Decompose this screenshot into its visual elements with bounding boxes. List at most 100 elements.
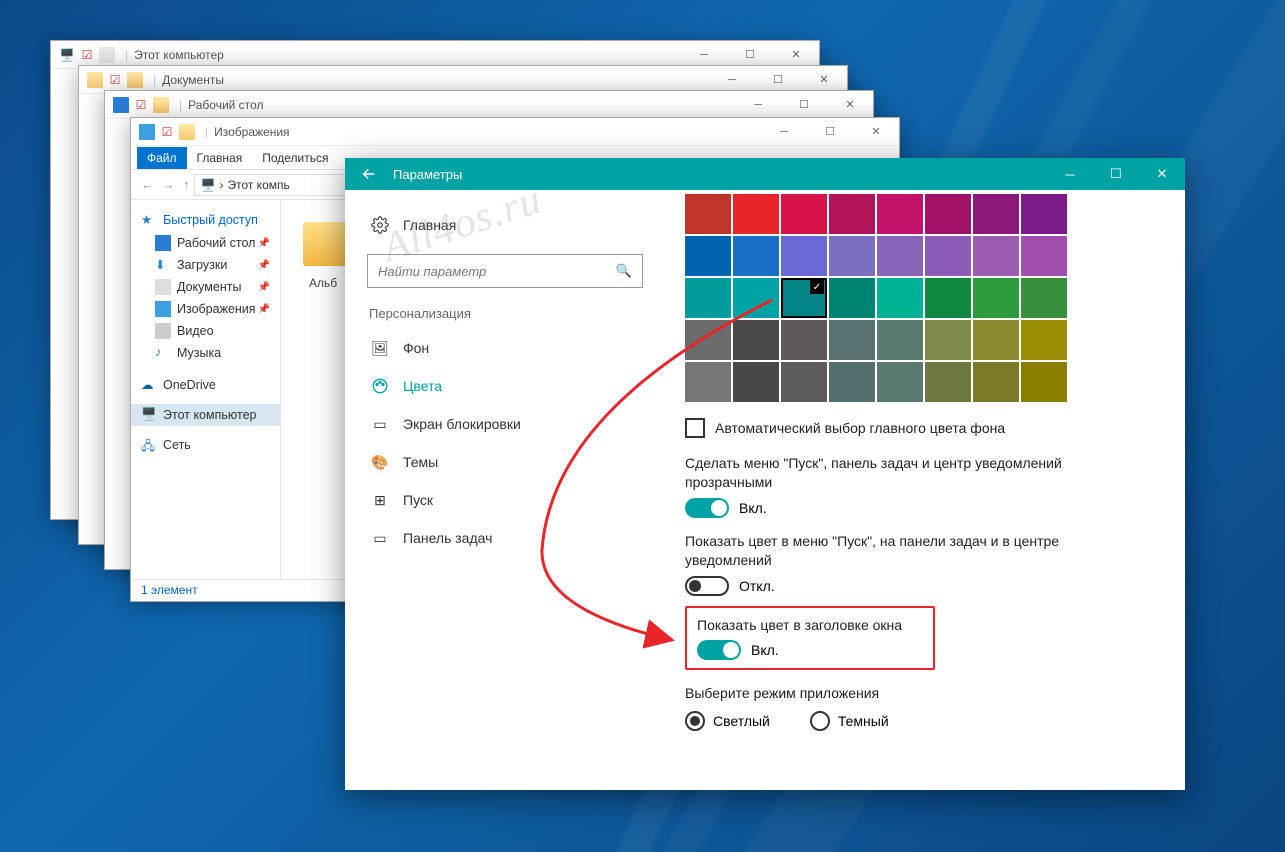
minimize-button[interactable]: ─ — [761, 118, 807, 146]
window-title: Рабочий стол — [188, 98, 263, 112]
nav-lockscreen[interactable]: ▭Экран блокировки — [363, 405, 647, 443]
sidebar-item-music[interactable]: ♪Музыка — [131, 342, 280, 364]
color-swatch[interactable] — [877, 278, 923, 318]
color-swatch[interactable] — [1021, 362, 1067, 402]
color-swatch[interactable] — [925, 362, 971, 402]
radio-dark[interactable]: Темный — [810, 711, 889, 731]
toggle-off-icon — [685, 576, 729, 596]
pc-icon: 🖥️ — [59, 47, 75, 63]
sidebar-item-pictures[interactable]: Изображения📌 — [131, 298, 280, 320]
color-swatch[interactable] — [733, 194, 779, 234]
maximize-button[interactable]: ☐ — [807, 118, 853, 146]
color-swatch[interactable] — [781, 278, 827, 318]
sidebar: ★Быстрый доступ Рабочий стол📌 ⬇Загрузки📌… — [131, 200, 281, 601]
toggle-titlebar-color[interactable]: Вкл. — [697, 640, 923, 660]
nav-up-icon[interactable]: ↑ — [183, 177, 190, 192]
color-swatch[interactable] — [877, 194, 923, 234]
color-swatch[interactable] — [733, 362, 779, 402]
nav-colors[interactable]: Цвета — [363, 367, 647, 405]
pictures-icon — [139, 124, 155, 140]
toggle-showcolor[interactable]: Откл. — [685, 576, 1165, 596]
settings-titlebar[interactable]: Параметры ─ ☐ ✕ — [345, 158, 1185, 190]
color-swatch[interactable] — [829, 320, 875, 360]
color-swatch[interactable] — [877, 320, 923, 360]
toggle-on-icon — [685, 498, 729, 518]
color-swatch[interactable] — [1021, 320, 1067, 360]
nav-fwd-icon[interactable]: → — [162, 177, 175, 192]
sidebar-item-documents[interactable]: Документы📌 — [131, 276, 280, 298]
tab-share[interactable]: Поделиться — [252, 147, 338, 169]
color-swatch[interactable] — [829, 278, 875, 318]
color-swatch[interactable] — [925, 194, 971, 234]
sidebar-item-downloads[interactable]: ⬇Загрузки📌 — [131, 254, 280, 276]
color-swatch[interactable] — [1021, 194, 1067, 234]
back-button[interactable] — [345, 158, 393, 190]
toggle-transparent[interactable]: Вкл. — [685, 498, 1165, 518]
color-swatch[interactable] — [781, 236, 827, 276]
titlebar[interactable]: ☑ | Рабочий стол ─ ☐ ✕ — [105, 91, 873, 119]
maximize-button[interactable]: ☐ — [781, 91, 827, 119]
option-titlebar-label: Показать цвет в заголовке окна — [697, 616, 923, 635]
color-swatch[interactable] — [829, 362, 875, 402]
nav-themes[interactable]: 🎨Темы — [363, 443, 647, 481]
color-swatch[interactable] — [973, 362, 1019, 402]
star-icon: ★ — [141, 212, 157, 228]
close-button[interactable]: ✕ — [827, 91, 873, 119]
color-swatch[interactable] — [829, 236, 875, 276]
nav-back-icon[interactable]: ← — [141, 177, 154, 192]
auto-color-checkbox[interactable]: Автоматический выбор главного цвета фона — [685, 418, 1165, 438]
cloud-icon: ☁ — [141, 377, 157, 393]
color-swatch[interactable] — [925, 236, 971, 276]
minimize-button[interactable]: ─ — [1047, 158, 1093, 190]
maximize-button[interactable]: ☐ — [1093, 158, 1139, 190]
minimize-button[interactable]: ─ — [735, 91, 781, 119]
color-swatch[interactable] — [973, 320, 1019, 360]
checkbox-icon — [685, 418, 705, 438]
color-swatch[interactable] — [685, 194, 731, 234]
color-swatch[interactable] — [1021, 278, 1067, 318]
sidebar-item-video[interactable]: Видео — [131, 320, 280, 342]
sidebar-quick-access[interactable]: ★Быстрый доступ — [131, 208, 280, 232]
color-swatch[interactable] — [733, 236, 779, 276]
close-button[interactable]: ✕ — [853, 118, 899, 146]
color-swatch[interactable] — [973, 194, 1019, 234]
radio-light[interactable]: Светлый — [685, 711, 770, 731]
chk-icon: ☑ — [133, 97, 149, 113]
color-swatch[interactable] — [781, 320, 827, 360]
color-swatch[interactable] — [685, 362, 731, 402]
color-swatch[interactable] — [685, 320, 731, 360]
close-button[interactable]: ✕ — [1139, 158, 1185, 190]
color-swatch[interactable] — [733, 278, 779, 318]
color-swatch[interactable] — [973, 236, 1019, 276]
sidebar-item-network[interactable]: 🖧Сеть — [131, 434, 280, 456]
color-swatch[interactable] — [685, 278, 731, 318]
sidebar-item-desktop[interactable]: Рабочий стол📌 — [131, 232, 280, 254]
color-swatch[interactable] — [781, 194, 827, 234]
color-swatch[interactable] — [925, 320, 971, 360]
nav-start[interactable]: ⊞Пуск — [363, 481, 647, 519]
color-swatch[interactable] — [925, 278, 971, 318]
nav-background[interactable]: 🖼Фон — [363, 329, 647, 367]
titlebar[interactable]: ☑ | Изображения ─ ☐ ✕ — [131, 118, 899, 146]
tab-home[interactable]: Главная — [187, 147, 253, 169]
desktop-icon — [113, 97, 129, 113]
pc-icon: 🖥️ — [201, 178, 216, 192]
nav-home[interactable]: Главная — [363, 206, 647, 244]
sidebar-item-onedrive[interactable]: ☁OneDrive — [131, 374, 280, 396]
color-swatch[interactable] — [685, 236, 731, 276]
nav-taskbar[interactable]: ▭Панель задач — [363, 519, 647, 557]
color-swatch[interactable] — [1021, 236, 1067, 276]
settings-window[interactable]: Параметры ─ ☐ ✕ Главная Найти параметр 🔍… — [345, 158, 1185, 790]
color-swatch[interactable] — [781, 362, 827, 402]
search-icon: 🔍 — [616, 263, 632, 279]
color-swatch[interactable] — [733, 320, 779, 360]
search-input[interactable]: Найти параметр 🔍 — [367, 254, 643, 288]
color-swatch[interactable] — [877, 362, 923, 402]
color-swatch[interactable] — [829, 194, 875, 234]
color-swatch[interactable] — [973, 278, 1019, 318]
sidebar-item-thispc[interactable]: 🖥️Этот компьютер — [131, 404, 280, 426]
option-transparent-label: Сделать меню "Пуск", панель задач и цент… — [685, 454, 1085, 492]
color-swatch[interactable] — [877, 236, 923, 276]
tab-file[interactable]: Файл — [137, 147, 187, 169]
chk-icon: ☑ — [79, 47, 95, 63]
